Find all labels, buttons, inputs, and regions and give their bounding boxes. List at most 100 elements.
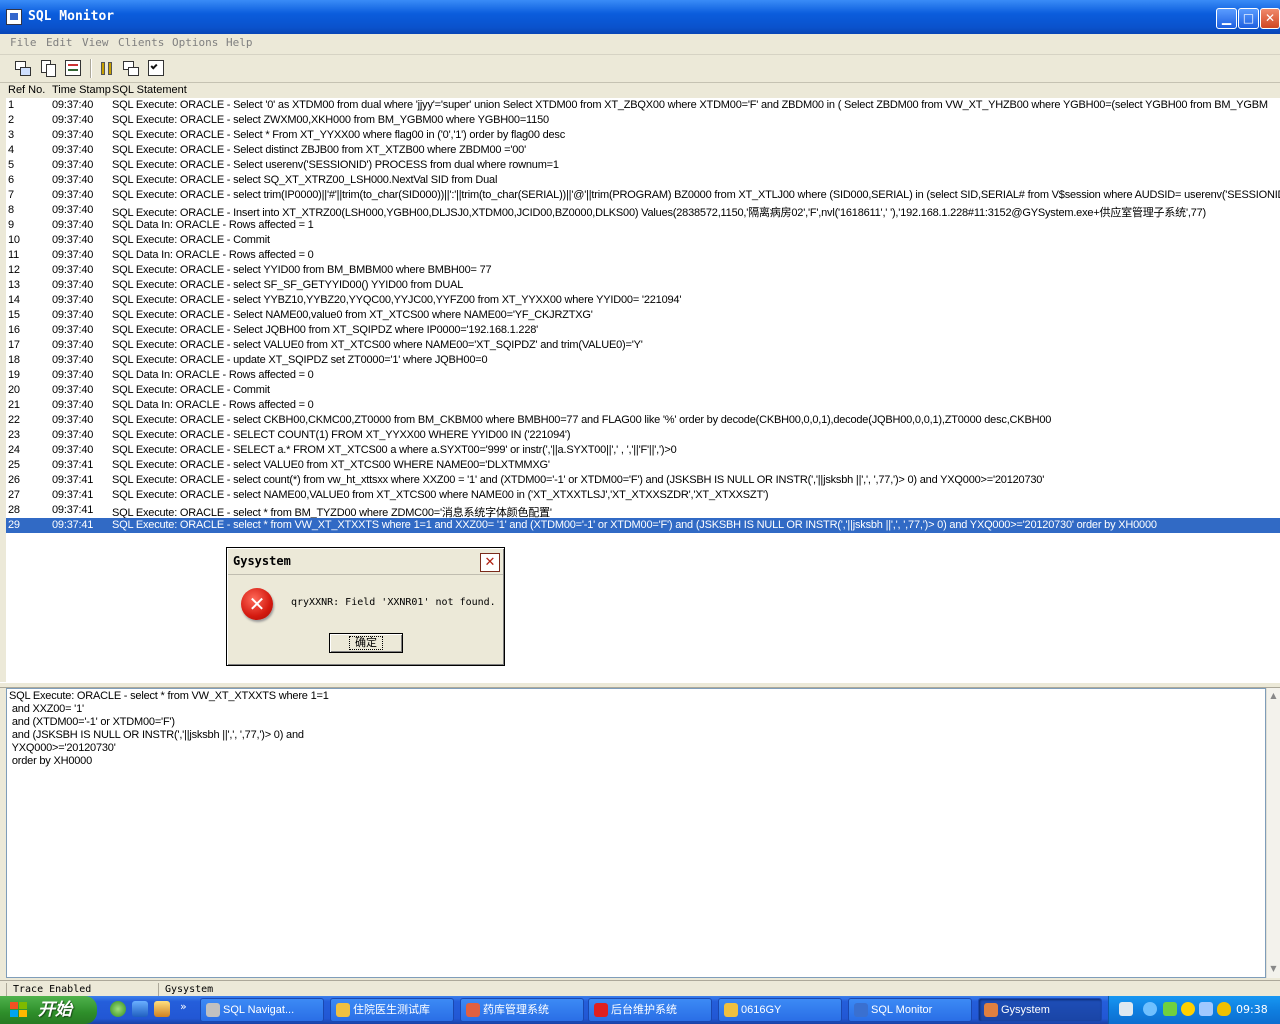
row-sql-statement: SQL Execute: ORACLE - SELECT a.* FROM XT… bbox=[112, 444, 677, 456]
table-row[interactable]: 27 09:37:41 SQL Execute: ORACLE - select N… bbox=[6, 488, 1280, 503]
menu-help[interactable]: Help bbox=[226, 36, 253, 49]
header-time-stamp[interactable]: Time Stamp bbox=[52, 84, 111, 96]
windows-icon[interactable] bbox=[122, 59, 141, 78]
taskbar-item[interactable]: 住院医生测试库 bbox=[330, 998, 454, 1022]
table-row[interactable]: 5 09:37:40 SQL Execute: ORACLE - Select us… bbox=[6, 158, 1280, 173]
network-icon[interactable] bbox=[1163, 1002, 1177, 1016]
taskbar-item[interactable]: SQL Navigat... bbox=[200, 998, 324, 1022]
clients-icon[interactable] bbox=[14, 59, 33, 78]
table-row[interactable]: 16 09:37:40 SQL Execute: ORACLE - Select J… bbox=[6, 323, 1280, 338]
table-row[interactable]: 19 09:37:40 SQL Data In: ORACLE - Rows aff… bbox=[6, 368, 1280, 383]
table-row[interactable]: 3 09:37:40 SQL Execute: ORACLE - Select * … bbox=[6, 128, 1280, 143]
sql-monitor-app-icon[interactable] bbox=[6, 9, 22, 25]
taskbar-item[interactable]: SQL Monitor bbox=[848, 998, 972, 1022]
table-row[interactable]: 29 09:37:41 SQL Execute: ORACLE - select *… bbox=[6, 518, 1280, 533]
row-sql-statement: SQL Execute: ORACLE - select VALUE0 from… bbox=[112, 339, 643, 351]
table-row[interactable]: 1 09:37:40 SQL Execute: ORACLE - Select '0… bbox=[6, 98, 1280, 113]
taskbar-item[interactable]: 药库管理系统 bbox=[460, 998, 584, 1022]
taskbar-item-label: 后台维护系统 bbox=[611, 1004, 677, 1016]
copy-icon[interactable] bbox=[39, 59, 58, 78]
row-time-stamp: 09:37:40 bbox=[52, 144, 94, 156]
detail-scrollbar[interactable]: ▲ ▼ bbox=[1266, 688, 1280, 978]
row-time-stamp: 09:37:41 bbox=[52, 504, 94, 516]
table-row[interactable]: 26 09:37:41 SQL Execute: ORACLE - select c… bbox=[6, 473, 1280, 488]
table-row[interactable]: 13 09:37:40 SQL Execute: ORACLE - select S… bbox=[6, 278, 1280, 293]
table-row[interactable]: 8 09:37:40 SQL Execute: ORACLE - Insert in… bbox=[6, 203, 1280, 219]
media-icon[interactable] bbox=[154, 1001, 170, 1017]
table-row[interactable]: 11 09:37:40 SQL Data In: ORACLE - Rows aff… bbox=[6, 248, 1280, 263]
table-row[interactable]: 24 09:37:40 SQL Execute: ORACLE - SELECT a… bbox=[6, 443, 1280, 458]
menu-file[interactable]: File bbox=[10, 36, 37, 49]
sql-detail-pane[interactable]: SQL Execute: ORACLE - select * from VW_X… bbox=[6, 688, 1266, 978]
table-row[interactable]: 25 09:37:41 SQL Execute: ORACLE - select V… bbox=[6, 458, 1280, 473]
row-sql-statement: SQL Execute: ORACLE - Select NAME00,valu… bbox=[112, 309, 593, 321]
header-ref-no[interactable]: Ref No. bbox=[8, 84, 45, 96]
row-ref-no: 25 bbox=[8, 459, 20, 471]
scroll-up-icon[interactable]: ▲ bbox=[1268, 690, 1279, 701]
table-row[interactable]: 18 09:37:40 SQL Execute: ORACLE - update X… bbox=[6, 353, 1280, 368]
table-row[interactable]: 21 09:37:40 SQL Data In: ORACLE - Rows aff… bbox=[6, 398, 1280, 413]
row-time-stamp: 09:37:40 bbox=[52, 174, 94, 186]
row-ref-no: 8 bbox=[8, 204, 14, 216]
tray-arrow-icon[interactable] bbox=[1143, 1002, 1157, 1016]
keyboard-icon[interactable] bbox=[1119, 1002, 1133, 1016]
table-row[interactable]: 23 09:37:40 SQL Execute: ORACLE - SELECT C… bbox=[6, 428, 1280, 443]
row-sql-statement: SQL Data In: ORACLE - Rows affected = 1 bbox=[112, 219, 314, 231]
quick-launch-more-icon[interactable]: » bbox=[180, 1000, 187, 1013]
table-row[interactable]: 15 09:37:40 SQL Execute: ORACLE - Select N… bbox=[6, 308, 1280, 323]
sql-log-list[interactable]: 1 09:37:40 SQL Execute: ORACLE - Select '0… bbox=[6, 98, 1280, 682]
table-row[interactable]: 2 09:37:40 SQL Execute: ORACLE - select ZW… bbox=[6, 113, 1280, 128]
menu-clients[interactable]: Clients bbox=[118, 36, 164, 49]
menu-view[interactable]: View bbox=[82, 36, 109, 49]
show-desktop-icon[interactable] bbox=[132, 1001, 148, 1017]
security-shield-icon[interactable] bbox=[1217, 1002, 1231, 1016]
ok-button[interactable]: 确定 bbox=[329, 633, 403, 653]
browser-icon[interactable] bbox=[110, 1001, 126, 1017]
table-row[interactable]: 14 09:37:40 SQL Execute: ORACLE - select Y… bbox=[6, 293, 1280, 308]
start-button[interactable]: 开始 bbox=[0, 996, 97, 1024]
row-ref-no: 17 bbox=[8, 339, 20, 351]
menu-options[interactable]: Options bbox=[172, 36, 218, 49]
row-ref-no: 3 bbox=[8, 129, 14, 141]
minimize-button[interactable]: ▁ bbox=[1216, 8, 1237, 29]
table-row[interactable]: 9 09:37:40 SQL Data In: ORACLE - Rows affe… bbox=[6, 218, 1280, 233]
monitor-icon[interactable] bbox=[1199, 1002, 1213, 1016]
table-row[interactable]: 17 09:37:40 SQL Execute: ORACLE - select V… bbox=[6, 338, 1280, 353]
header-sql-statement[interactable]: SQL Statement bbox=[112, 84, 187, 96]
row-ref-no: 29 bbox=[8, 519, 20, 531]
title-bar[interactable]: SQL Monitor ▁ □ ✕ bbox=[0, 0, 1280, 34]
table-row[interactable]: 10 09:37:40 SQL Execute: ORACLE - Commit bbox=[6, 233, 1280, 248]
taskbar-item[interactable]: 0616GY bbox=[718, 998, 842, 1022]
start-label: 开始 bbox=[38, 1000, 72, 1019]
close-button[interactable]: ✕ bbox=[1260, 8, 1280, 29]
edit-log-icon[interactable] bbox=[64, 59, 83, 78]
row-sql-statement: SQL Execute: ORACLE - Select JQBH00 from… bbox=[112, 324, 539, 336]
window-title: SQL Monitor bbox=[28, 9, 115, 24]
pause-icon[interactable] bbox=[97, 59, 116, 78]
maximize-button[interactable]: □ bbox=[1238, 8, 1259, 29]
row-ref-no: 16 bbox=[8, 324, 20, 336]
clock[interactable]: 09:38 bbox=[1236, 1003, 1268, 1016]
taskbar-item[interactable]: 后台维护系统 bbox=[588, 998, 712, 1022]
row-sql-statement: SQL Execute: ORACLE - select CKBH00,CKMC… bbox=[112, 414, 1052, 426]
table-row[interactable]: 12 09:37:40 SQL Execute: ORACLE - select Y… bbox=[6, 263, 1280, 278]
dialog-close-button[interactable]: ✕ bbox=[480, 553, 500, 572]
menu-edit[interactable]: Edit bbox=[46, 36, 73, 49]
table-row[interactable]: 22 09:37:40 SQL Execute: ORACLE - select C… bbox=[6, 413, 1280, 428]
table-row[interactable]: 4 09:37:40 SQL Execute: ORACLE - Select di… bbox=[6, 143, 1280, 158]
taskbar-item[interactable]: Gysystem bbox=[978, 998, 1102, 1022]
table-row[interactable]: 20 09:37:40 SQL Execute: ORACLE - Commit bbox=[6, 383, 1280, 398]
detail-line: and (XTDM00='-1' or XTDM00='F') bbox=[9, 716, 175, 728]
row-time-stamp: 09:37:40 bbox=[52, 189, 94, 201]
row-sql-statement: SQL Execute: ORACLE - Commit bbox=[112, 384, 270, 396]
row-ref-no: 24 bbox=[8, 444, 20, 456]
red-cross-icon bbox=[594, 1003, 608, 1017]
scroll-down-icon[interactable]: ▼ bbox=[1268, 963, 1279, 974]
checklist-icon[interactable] bbox=[147, 59, 166, 78]
tray-app-icon[interactable] bbox=[1181, 1002, 1195, 1016]
table-row[interactable]: 7 09:37:40 SQL Execute: ORACLE - select tr… bbox=[6, 188, 1280, 203]
app-icon bbox=[984, 1003, 998, 1017]
table-row[interactable]: 28 09:37:41 SQL Execute: ORACLE - select *… bbox=[6, 503, 1280, 519]
row-time-stamp: 09:37:40 bbox=[52, 294, 94, 306]
table-row[interactable]: 6 09:37:40 SQL Execute: ORACLE - select SQ… bbox=[6, 173, 1280, 188]
